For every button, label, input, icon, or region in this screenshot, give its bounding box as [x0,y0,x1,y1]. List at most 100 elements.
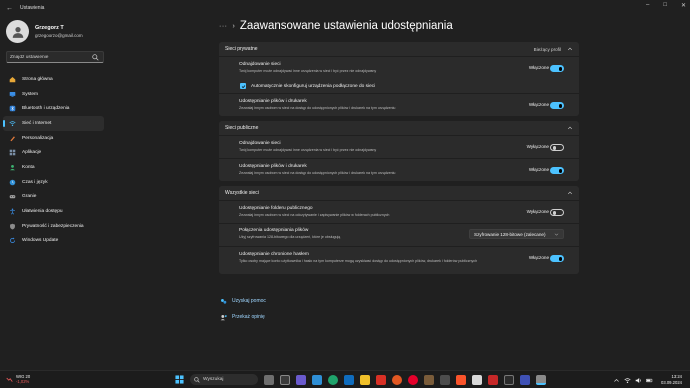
app-icon[interactable] [424,374,434,385]
maximize-button[interactable]: □ [663,2,667,9]
sidebar-item-time-language[interactable]: Czas i język [3,175,104,190]
app-icon[interactable] [520,374,530,385]
sidebar-item-windows-update[interactable]: Windows Update [3,234,104,249]
section-header[interactable]: Sieci publiczne [219,121,579,136]
toggle-switch[interactable] [550,209,564,216]
sidebar-item-network[interactable]: Sieć i Internet [3,116,104,131]
wifi-icon [9,121,16,126]
chevron-up-icon[interactable] [613,377,620,384]
sidebar-item-system[interactable]: System [3,87,104,102]
toggle-switch[interactable] [550,144,564,151]
taskbar-search[interactable]: Wyszukaj [190,374,258,385]
breadcrumb-overflow-button[interactable]: ··· [219,23,228,30]
sidebar-item-label: Bluetooth i urządzenia [22,106,70,112]
volume-icon[interactable] [635,377,642,384]
checkmark-icon [241,84,245,88]
chevron-up-icon[interactable] [567,125,573,131]
section-header[interactable]: Sieci prywatne Bieżący profil [219,42,579,57]
section-all-networks: Wszystkie sieci Udostępnianie folderu pu… [219,186,579,274]
sidebar-item-label: System [22,91,38,97]
store-app-icon[interactable] [312,374,322,385]
sidebar-item-bluetooth[interactable]: Bluetooth i urządzenia [3,101,104,116]
file-explorer-icon[interactable] [360,374,370,385]
link-label: Przekaż opinię [232,314,265,320]
toggle-switch[interactable] [550,255,564,262]
window-controls: – □ ✕ [646,2,686,9]
outlook-app-icon[interactable] [344,374,354,385]
app-icon[interactable] [376,374,386,385]
task-view-icon[interactable] [280,374,290,385]
search-box[interactable] [6,51,104,63]
setting-row-encryption: Połączenia udostępniania plików Użyj szy… [219,224,579,246]
chevron-up-icon[interactable] [567,46,573,52]
sidebar-item-privacy[interactable]: Prywatność i zabezpieczenia [3,219,104,234]
apps-icon [9,149,16,156]
sidebar-item-label: Sieć i Internet [22,120,52,126]
search-input[interactable] [10,54,90,60]
sidebar-item-gaming[interactable]: Granie [3,190,104,205]
sidebar-item-label: Granie [22,194,37,200]
taskbar-apps: Wyszukaj [174,374,552,385]
clock[interactable]: 13:24 03.09.2024 [661,374,682,386]
taskbar-search-label: Wyszukaj [203,377,224,382]
sidebar-item-accessibility[interactable]: Ułatwienia dostępu [3,204,104,219]
wifi-icon[interactable] [624,377,631,384]
help-people-icon [221,298,227,304]
sidebar-item-home[interactable]: Strona główna [3,72,104,87]
sidebar: Grzegorz T grzegoorzo@gmail.com Strona g… [0,16,210,371]
get-help-link[interactable]: Uzyskaj pomoc [220,295,266,307]
setting-row-private-sharing: Udostępnianie plików i drukarek Zezwalaj… [219,94,579,116]
sidebar-item-apps[interactable]: Aplikacje [3,145,104,160]
profile-name: Grzegorz T [35,25,64,31]
sidebar-item-label: Personalizacja [22,135,54,141]
avatar [6,20,29,43]
settings-app-icon[interactable] [536,374,546,385]
minimize-button[interactable]: – [646,2,649,9]
toggle-switch[interactable] [550,102,564,109]
sidebar-item-accounts[interactable]: Konta [3,160,104,175]
toggle-state-label: Włączone [528,255,549,260]
toggle-switch[interactable] [550,65,564,72]
chevron-up-icon[interactable] [567,190,573,196]
autoconfig-checkbox[interactable] [240,83,246,89]
window-title: Ustawienia [20,5,45,11]
app-icon[interactable] [472,374,482,385]
encryption-dropdown[interactable]: Szyfrowanie 128-bitowe (zalecane) [469,229,564,239]
brush-icon [10,135,15,141]
sidebar-item-label: Ułatwienia dostępu [22,209,63,215]
app-icon[interactable] [440,374,450,385]
shield-icon [10,223,15,230]
toggle-switch[interactable] [550,167,564,174]
start-button[interactable] [174,375,184,385]
help-links: Uzyskaj pomoc Przekaż opinię [220,295,266,327]
section-public-networks: Sieci publiczne Odnajdowanie sieci Twój … [219,121,579,181]
brave-browser-icon[interactable] [456,374,466,385]
firefox-browser-icon[interactable] [392,374,402,385]
checkbox-label: Automatycznie skonfiguruj urządzenia pod… [251,83,376,89]
back-arrow-icon[interactable]: ← [6,5,16,12]
sidebar-item-personalization[interactable]: Personalizacja [3,131,104,146]
stock-widget[interactable]: WIG 20 -1,02% [6,374,30,384]
close-button[interactable]: ✕ [681,2,686,9]
battery-icon[interactable] [646,377,653,384]
give-feedback-link[interactable]: Przekaż opinię [220,311,266,323]
opera-browser-icon[interactable] [408,374,418,385]
autoconfig-checkbox-row[interactable]: Automatycznie skonfiguruj urządzenia pod… [219,79,579,93]
profile-card[interactable]: Grzegorz T grzegoorzo@gmail.com [6,20,83,43]
section-title: Sieci prywatne [225,46,258,52]
edge-browser-icon[interactable] [328,374,338,385]
nav-list: Strona główna System Bluetooth i urządze… [3,72,104,248]
app-icon[interactable] [504,374,514,385]
sidebar-item-label: Strona główna [22,76,53,82]
title-bar: ← Ustawienia – □ ✕ [0,0,690,16]
widgets-app-icon[interactable] [264,374,274,385]
teams-app-icon[interactable] [296,374,306,385]
account-icon [10,164,15,171]
main-content: ··· › Zaawansowane ustawienia udostępnia… [219,16,579,274]
setting-row-public-sharing: Udostępnianie plików i drukarek Zezwalaj… [219,159,579,181]
app-icon[interactable] [488,374,498,385]
sidebar-item-label: Aplikacje [22,150,42,156]
section-header[interactable]: Wszystkie sieci [219,186,579,201]
sidebar-item-label: Czas i język [22,179,48,185]
section-private-networks: Sieci prywatne Bieżący profil Odnajdowan… [219,42,579,116]
